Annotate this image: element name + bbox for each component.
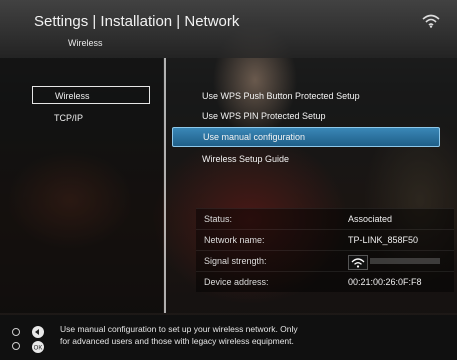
menu-wps-push-button[interactable]: Use WPS Push Button Protected Setup: [202, 91, 360, 101]
svg-text:OK: OK: [34, 346, 43, 352]
help-footer: OK Use manual configuration to set up yo…: [0, 315, 457, 360]
network-name-row: Network name: TP-LINK_858F50: [196, 229, 454, 250]
help-text: Use manual configuration to set up your …: [60, 323, 360, 347]
signal-strength-row: Signal strength:: [196, 250, 454, 271]
device-address-row: Device address: 00:21:00:26:0F:F8: [196, 271, 454, 292]
signal-wifi-icon: [348, 255, 368, 270]
signal-strength-label: Signal strength:: [204, 256, 267, 266]
left-item-wireless[interactable]: Wireless: [32, 86, 150, 104]
page-subtitle: Wireless: [68, 38, 103, 48]
menu-manual-configuration[interactable]: Use manual configuration: [172, 127, 440, 147]
menu-wps-pin[interactable]: Use WPS PIN Protected Setup: [202, 111, 326, 121]
help-text-line2: for advanced users and those with legacy…: [60, 336, 294, 346]
page-title: Settings | Installation | Network: [34, 13, 240, 30]
header-bar: Settings | Installation | Network Wirele…: [0, 0, 457, 58]
menu-wireless-setup-guide[interactable]: Wireless Setup Guide: [202, 154, 289, 164]
device-address-value: 00:21:00:26:0F:F8: [348, 277, 422, 287]
network-name-label: Network name:: [204, 235, 265, 245]
remote-buttons-icon: OK: [12, 326, 44, 353]
network-name-value: TP-LINK_858F50: [348, 235, 419, 245]
status-value: Associated: [348, 214, 393, 224]
left-item-tcpip[interactable]: TCP/IP: [32, 109, 150, 127]
device-address-label: Device address:: [204, 277, 269, 287]
wifi-icon: [422, 14, 440, 28]
help-text-line1: Use manual configuration to set up your …: [60, 324, 298, 334]
panel-divider: [164, 58, 166, 313]
signal-strength-bar: [370, 258, 440, 264]
status-row: Status: Associated: [196, 208, 454, 229]
status-label: Status:: [204, 214, 233, 224]
